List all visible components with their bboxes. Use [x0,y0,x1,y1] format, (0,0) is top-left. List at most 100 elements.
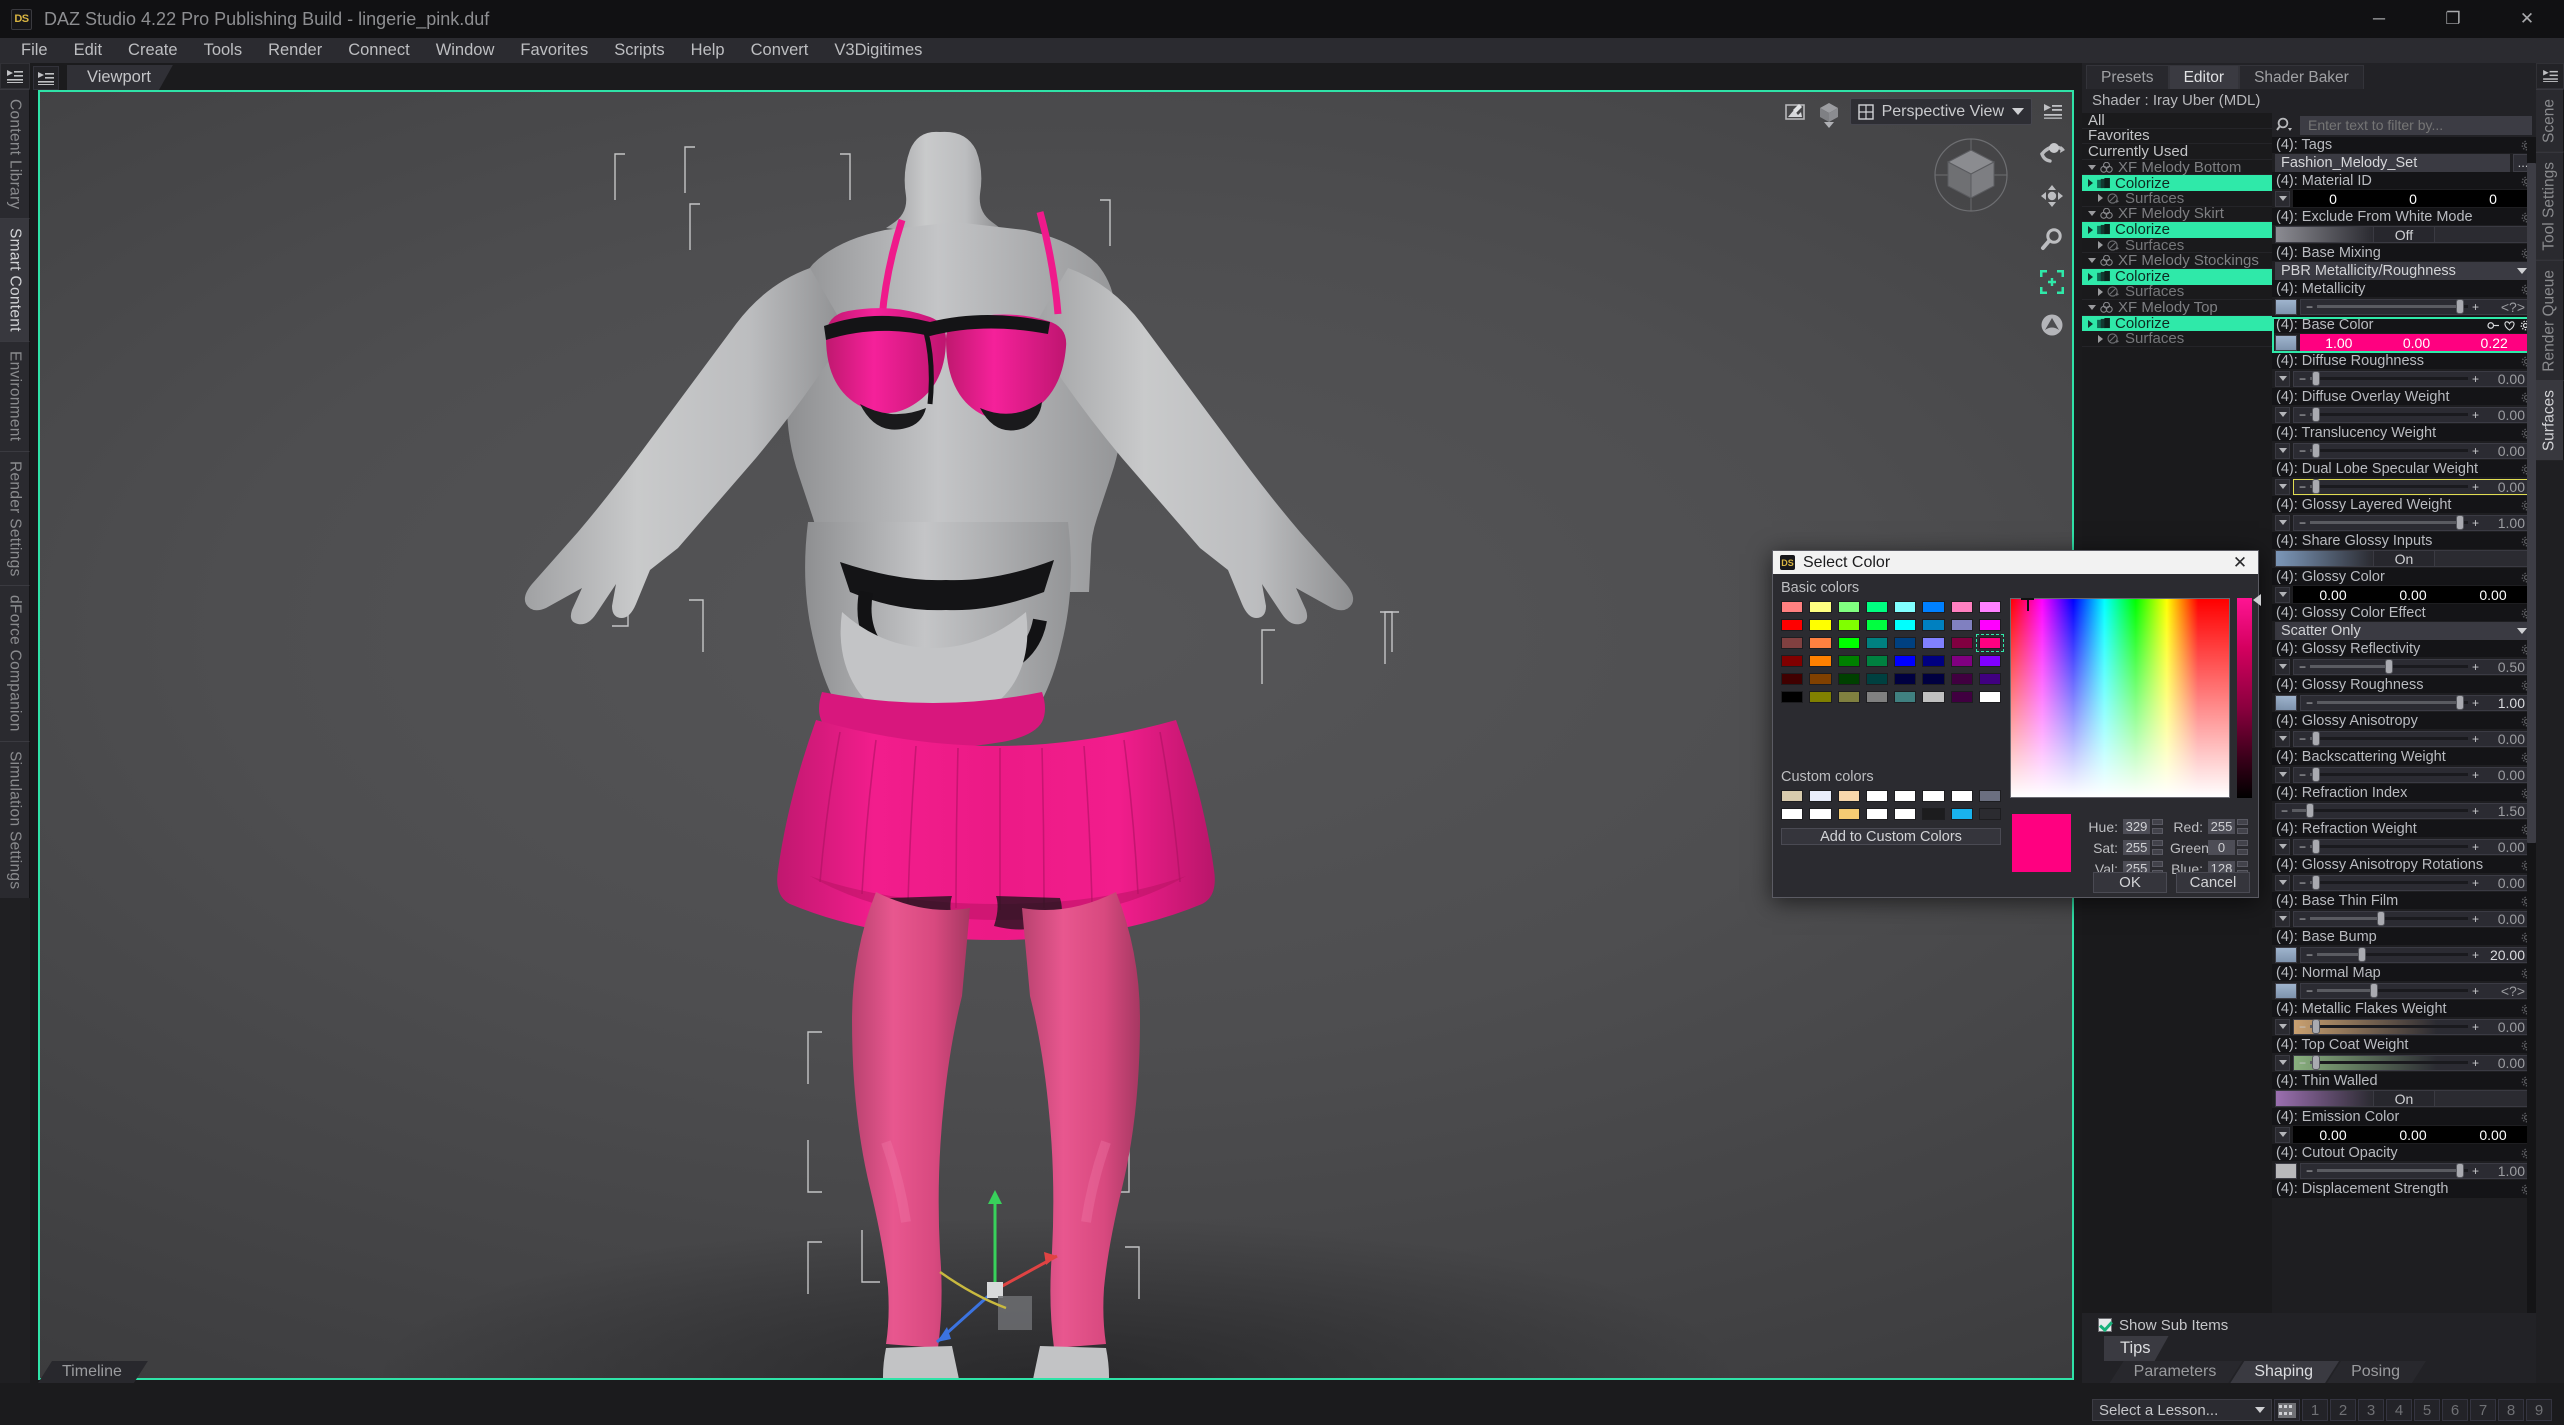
color-value-bar[interactable]: 0.00 0.00 0.00 [2293,1126,2533,1143]
basic-color-swatch[interactable] [1978,655,2001,667]
slider-decrement[interactable]: − [2305,300,2314,314]
basic-color-swatch[interactable] [1978,601,2001,613]
surfaces-tab-presets[interactable]: Presets [2086,65,2169,89]
expand-caret[interactable] [2275,874,2290,891]
slider[interactable]: − +0.00 [2293,838,2533,855]
slider-track[interactable] [2310,515,2468,530]
tree-item[interactable]: Favorites [2082,127,2272,144]
slider-track[interactable] [2317,1163,2468,1178]
basic-color-swatch[interactable] [1894,601,1917,613]
slider-decrement[interactable]: − [2298,732,2307,746]
basic-color-swatch[interactable] [1922,601,1945,613]
slider[interactable]: − +1.00 [2300,1162,2533,1179]
menu-item-help[interactable]: Help [678,38,738,63]
slider-knob[interactable] [2312,875,2321,890]
view-cube-icon[interactable] [1816,99,1842,128]
color-field-value[interactable]: 255 [2208,819,2235,834]
custom-color-swatch[interactable] [1922,808,1945,820]
slider-increment[interactable]: + [2471,408,2480,422]
basic-color-swatch[interactable] [1922,691,1945,703]
slider-value[interactable]: 1.00 [2480,1163,2528,1179]
basic-color-swatch[interactable] [1922,619,1945,631]
lesson-button-9[interactable]: 9 [2526,1399,2552,1421]
menu-item-convert[interactable]: Convert [738,38,822,63]
minimize-button[interactable]: ─ [2342,0,2416,38]
basic-color-swatch[interactable] [1950,601,1973,613]
orbit-icon[interactable] [2037,138,2067,168]
maximize-button[interactable]: ❐ [2416,0,2490,38]
right-tab-tool-settings[interactable]: Tool Settings [2536,151,2564,260]
basic-color-swatch[interactable] [1978,673,2001,685]
property-scrollbar[interactable] [2527,137,2536,1313]
slider[interactable]: − +0.00 [2293,370,2533,387]
slider-knob[interactable] [2312,1019,2321,1034]
tab-parameters[interactable]: Parameters [2110,1361,2243,1383]
slider-value[interactable]: 0.00 [2480,371,2528,387]
slider-knob[interactable] [2312,767,2321,782]
map-swatch[interactable] [2275,982,2297,999]
slider-decrement[interactable]: − [2298,912,2307,926]
basic-color-swatch[interactable] [1781,673,1804,685]
slider-value[interactable]: 20.00 [2480,947,2528,963]
basic-color-swatch[interactable] [1809,655,1832,667]
custom-color-swatch[interactable] [1809,790,1832,802]
slider-knob[interactable] [2370,983,2379,998]
menu-item-tools[interactable]: Tools [191,38,256,63]
slider-value[interactable]: 1.50 [2480,803,2528,819]
slider-decrement[interactable]: − [2298,480,2307,494]
slider-increment[interactable]: + [2471,444,2480,458]
tab-shaping[interactable]: Shaping [2230,1361,2339,1383]
slider-track[interactable] [2310,371,2468,386]
slider-track[interactable] [2292,803,2468,818]
slider-value[interactable]: 0.00 [2480,839,2528,855]
basic-color-swatch[interactable] [1837,619,1860,631]
slider-decrement[interactable]: − [2305,1164,2314,1178]
tab-tips[interactable]: Tips [2104,1336,2169,1361]
lesson-button-6[interactable]: 6 [2442,1399,2468,1421]
tree-item[interactable]: All [2082,113,2272,129]
custom-color-swatch[interactable] [1837,790,1860,802]
slider-value[interactable]: <?> [2480,299,2528,315]
show-sub-items-checkbox[interactable] [2098,1318,2112,1332]
expand-caret[interactable] [2275,1018,2290,1035]
color-value-bar[interactable]: 0 0 0 [2293,190,2533,207]
menu-item-connect[interactable]: Connect [335,38,422,63]
slider-value[interactable]: 0.00 [2480,479,2528,495]
slider-increment[interactable]: + [2471,1164,2480,1178]
expand-caret[interactable] [2275,1054,2290,1071]
custom-color-swatch[interactable] [1894,808,1917,820]
custom-color-swatch[interactable] [1978,790,2001,802]
tree-item[interactable]: XF Melody Top [2082,299,2272,316]
slider-decrement[interactable]: − [2298,768,2307,782]
expand-caret[interactable] [2275,910,2290,927]
slider-track[interactable] [2317,299,2468,314]
slider-track[interactable] [2310,479,2468,494]
tree-item[interactable]: Surfaces [2082,190,2272,207]
slider-track[interactable] [2310,659,2468,674]
basic-color-swatch[interactable] [1809,673,1832,685]
slider-increment[interactable]: + [2471,912,2480,926]
right-tab-render-queue[interactable]: Render Queue [2536,259,2564,381]
dropdown[interactable]: PBR Metallicity/Roughness [2275,261,2533,280]
custom-color-swatch[interactable] [1950,790,1973,802]
slider-decrement[interactable]: − [2298,1056,2307,1070]
custom-color-swatch[interactable] [1865,808,1888,820]
slider-increment[interactable]: + [2471,300,2480,314]
add-to-custom-colors-button[interactable]: Add to Custom Colors [1781,828,2001,845]
custom-color-swatch[interactable] [1950,808,1973,820]
map-swatch[interactable] [2275,1162,2297,1179]
link-icon[interactable] [2487,320,2500,331]
slider-knob[interactable] [2456,1163,2465,1178]
tree-item[interactable]: XF Melody Bottom [2082,159,2272,176]
expand-caret[interactable] [2275,442,2290,459]
scrollbar-thumb[interactable] [2527,163,2536,843]
slider-value[interactable]: 1.00 [2480,515,2528,531]
slider-increment[interactable]: + [2471,1056,2480,1070]
slider-decrement[interactable]: − [2298,444,2307,458]
select-color-dialog[interactable]: DS Select Color ✕ Basic colors Custom co… [1772,550,2261,898]
slider-track[interactable] [2317,983,2468,998]
expand-caret[interactable] [2275,838,2290,855]
menu-item-v3digitimes[interactable]: V3Digitimes [821,38,935,63]
basic-color-swatch[interactable] [1950,619,1973,631]
basic-color-swatch[interactable] [1837,655,1860,667]
